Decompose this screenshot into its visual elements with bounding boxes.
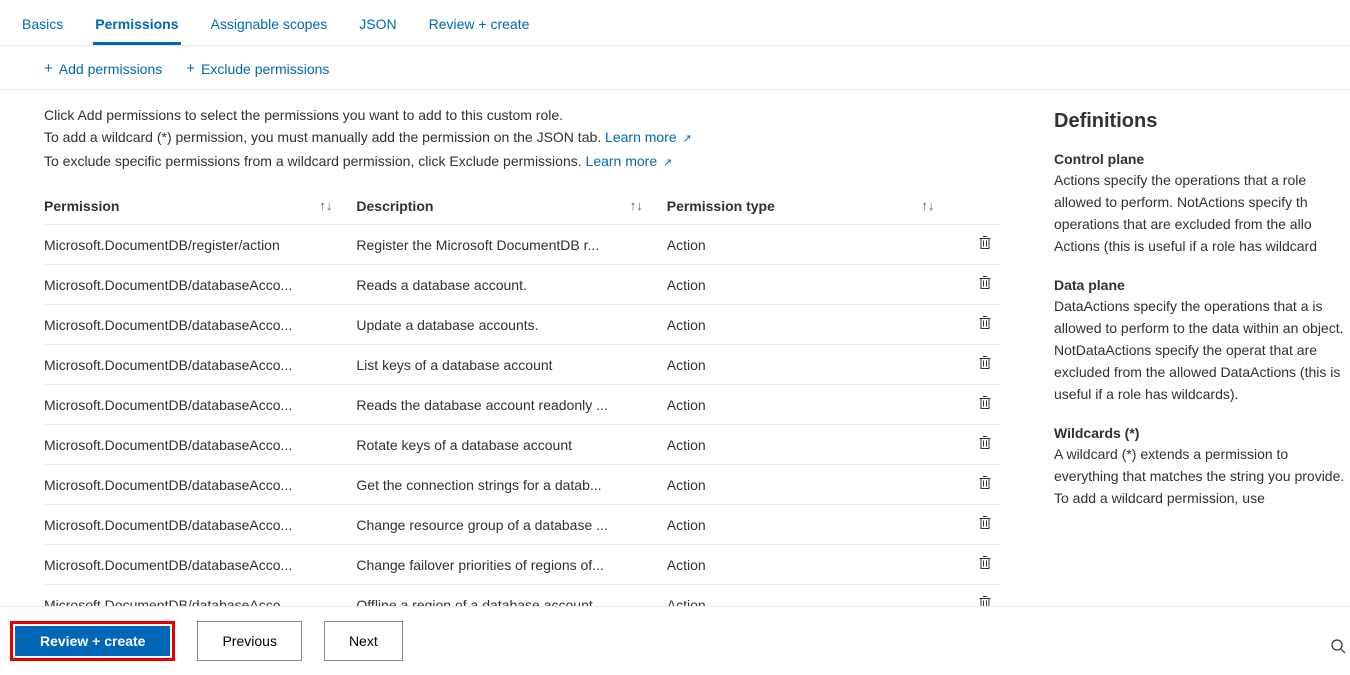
- intro-line-2: To add a wildcard (*) permission, you mu…: [44, 126, 1000, 150]
- cell-description: Change resource group of a database ...: [356, 505, 666, 545]
- column-header-type[interactable]: Permission type ↑↓: [667, 188, 959, 225]
- cell-type: Action: [667, 425, 959, 465]
- column-header-description[interactable]: Description ↑↓: [356, 188, 666, 225]
- tab-review-create[interactable]: Review + create: [427, 8, 532, 45]
- permissions-table: Permission ↑↓ Description ↑↓ Permission …: [44, 188, 1000, 620]
- definition-block: Wildcards (*) A wildcard (*) extends a pe…: [1054, 425, 1350, 509]
- table-row: Microsoft.DocumentDB/databaseAcco...Rota…: [44, 425, 1000, 465]
- plus-icon: +: [44, 60, 53, 77]
- cell-description: List keys of a database account: [356, 345, 666, 385]
- delete-icon[interactable]: [978, 237, 992, 254]
- learn-more-exclude-link[interactable]: Learn more ↗: [586, 153, 673, 169]
- cell-description: Change failover priorities of regions of…: [356, 545, 666, 585]
- definition-block: Data plane DataActions specify the operat…: [1054, 277, 1350, 405]
- next-button[interactable]: Next: [324, 621, 403, 661]
- intro-line-1: Click Add permissions to select the perm…: [44, 104, 1000, 126]
- table-row: Microsoft.DocumentDB/databaseAcco...Chan…: [44, 505, 1000, 545]
- table-row: Microsoft.DocumentDB/databaseAcco...Read…: [44, 385, 1000, 425]
- cell-permission: Microsoft.DocumentDB/databaseAcco...: [44, 505, 356, 545]
- cell-description: Rotate keys of a database account: [356, 425, 666, 465]
- cell-type: Action: [667, 345, 959, 385]
- footer-bar: Review + create Previous Next: [0, 606, 1350, 675]
- tab-json[interactable]: JSON: [357, 8, 398, 45]
- delete-icon[interactable]: [978, 477, 992, 494]
- cell-type: Action: [667, 225, 959, 265]
- cell-permission: Microsoft.DocumentDB/databaseAcco...: [44, 465, 356, 505]
- cell-permission: Microsoft.DocumentDB/databaseAcco...: [44, 385, 356, 425]
- cell-type: Action: [667, 265, 959, 305]
- delete-icon[interactable]: [978, 397, 992, 414]
- cell-type: Action: [667, 545, 959, 585]
- cell-permission: Microsoft.DocumentDB/databaseAcco...: [44, 345, 356, 385]
- definition-body: DataActions specify the operations that …: [1054, 295, 1350, 405]
- delete-icon[interactable]: [978, 277, 992, 294]
- external-link-icon: ↗: [683, 133, 692, 145]
- cell-type: Action: [667, 505, 959, 545]
- tab-basics[interactable]: Basics: [20, 8, 65, 45]
- cell-type: Action: [667, 385, 959, 425]
- cell-type: Action: [667, 305, 959, 345]
- external-link-icon: ↗: [663, 157, 672, 169]
- table-row: Microsoft.DocumentDB/databaseAcco...Read…: [44, 265, 1000, 305]
- tab-permissions[interactable]: Permissions: [93, 8, 180, 45]
- tab-bar: Basics Permissions Assignable scopes JSO…: [0, 0, 1350, 46]
- definitions-panel: Definitions Control plane Actions specify…: [1020, 90, 1350, 620]
- main-content: Click Add permissions to select the perm…: [0, 90, 1020, 620]
- sort-icon[interactable]: ↑↓: [630, 198, 643, 213]
- delete-icon[interactable]: [978, 557, 992, 574]
- cell-permission: Microsoft.DocumentDB/databaseAcco...: [44, 265, 356, 305]
- search-icon[interactable]: [1330, 638, 1346, 659]
- column-header-permission[interactable]: Permission ↑↓: [44, 188, 356, 225]
- add-permissions-label: Add permissions: [59, 61, 163, 77]
- cell-description: Reads the database account readonly ...: [356, 385, 666, 425]
- delete-icon[interactable]: [978, 437, 992, 454]
- sort-icon[interactable]: ↑↓: [319, 198, 332, 213]
- intro-line-3: To exclude specific permissions from a w…: [44, 150, 1000, 174]
- cell-description: Register the Microsoft DocumentDB r...: [356, 225, 666, 265]
- plus-icon: +: [186, 60, 195, 77]
- cell-description: Get the connection strings for a datab..…: [356, 465, 666, 505]
- definition-body: Actions specify the operations that a ro…: [1054, 169, 1350, 257]
- definition-body: A wildcard (*) extends a permission to e…: [1054, 443, 1350, 509]
- tab-assignable-scopes[interactable]: Assignable scopes: [209, 8, 330, 45]
- table-row: Microsoft.DocumentDB/databaseAcco...List…: [44, 345, 1000, 385]
- table-row: Microsoft.DocumentDB/register/actionRegi…: [44, 225, 1000, 265]
- cell-permission: Microsoft.DocumentDB/databaseAcco...: [44, 305, 356, 345]
- learn-more-json-link[interactable]: Learn more ↗: [605, 129, 692, 145]
- cell-permission: Microsoft.DocumentDB/databaseAcco...: [44, 425, 356, 465]
- definitions-heading: Definitions: [1054, 110, 1350, 133]
- add-permissions-button[interactable]: + Add permissions: [44, 60, 162, 77]
- exclude-permissions-button[interactable]: + Exclude permissions: [186, 60, 329, 77]
- definition-title: Control plane: [1054, 151, 1350, 167]
- table-row: Microsoft.DocumentDB/databaseAcco...Get …: [44, 465, 1000, 505]
- cell-description: Reads a database account.: [356, 265, 666, 305]
- exclude-permissions-label: Exclude permissions: [201, 61, 329, 77]
- table-row: Microsoft.DocumentDB/databaseAcco...Upda…: [44, 305, 1000, 345]
- highlight-annotation: Review + create: [10, 621, 175, 661]
- cell-type: Action: [667, 465, 959, 505]
- table-row: Microsoft.DocumentDB/databaseAcco...Chan…: [44, 545, 1000, 585]
- cell-permission: Microsoft.DocumentDB/register/action: [44, 225, 356, 265]
- cell-description: Update a database accounts.: [356, 305, 666, 345]
- sort-icon[interactable]: ↑↓: [921, 198, 934, 213]
- definition-block: Control plane Actions specify the operati…: [1054, 151, 1350, 257]
- definition-title: Wildcards (*): [1054, 425, 1350, 441]
- toolbar: + Add permissions + Exclude permissions: [0, 46, 1350, 90]
- cell-permission: Microsoft.DocumentDB/databaseAcco...: [44, 545, 356, 585]
- delete-icon[interactable]: [978, 517, 992, 534]
- review-create-button[interactable]: Review + create: [15, 626, 170, 656]
- delete-icon[interactable]: [978, 357, 992, 374]
- previous-button[interactable]: Previous: [197, 621, 301, 661]
- definition-title: Data plane: [1054, 277, 1350, 293]
- delete-icon[interactable]: [978, 317, 992, 334]
- intro-text: Click Add permissions to select the perm…: [44, 104, 1000, 174]
